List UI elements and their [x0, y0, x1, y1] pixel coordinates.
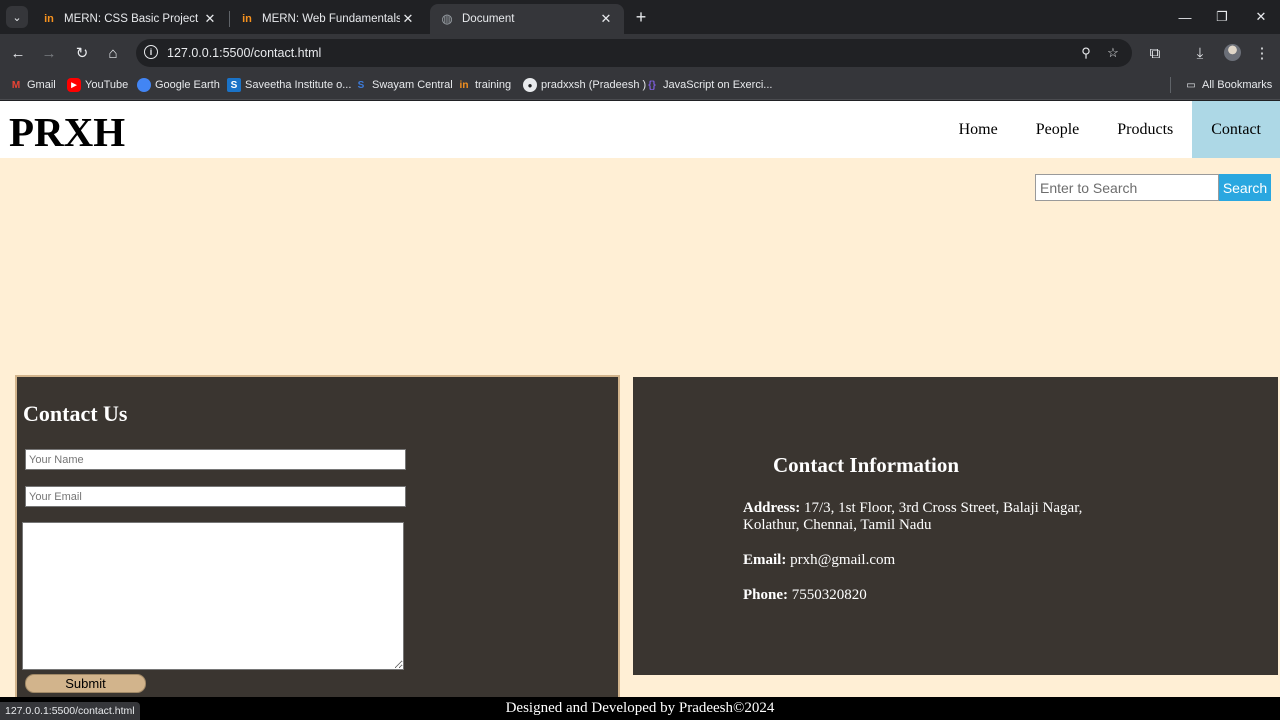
name-field[interactable]: [25, 449, 406, 470]
tab-favicon-in-icon: in: [44, 13, 54, 25]
bookmark-label: JavaScript on Exerci...: [663, 79, 773, 91]
download-icon[interactable]: ⤓: [1189, 42, 1211, 64]
bookmark-label: Saveetha Institute o...: [245, 79, 352, 91]
contact-form-panel: Contact Us Submit: [15, 375, 620, 705]
contact-info-panel: Contact Information Address: 17/3, 1st F…: [633, 377, 1278, 675]
tab-title: MERN: CSS Basic Project | SEC: [64, 13, 202, 25]
tab-web-fundamentals[interactable]: in MERN: Web Fundamentals and ✕: [230, 4, 426, 34]
browser-toolbar: ← → ↻ ⌂ i 127.0.0.1:5500/contact.html ⚲ …: [0, 34, 1280, 72]
zoom-icon[interactable]: ⚲: [1076, 43, 1096, 63]
email-field[interactable]: [25, 486, 406, 507]
site-logo[interactable]: PRXH: [9, 108, 125, 156]
status-bar-url: 127.0.0.1:5500/contact.html: [0, 702, 140, 720]
email-label: Email:: [743, 552, 787, 568]
message-textarea[interactable]: [22, 522, 404, 670]
close-tab-icon[interactable]: ✕: [598, 11, 614, 27]
all-bookmarks-label: All Bookmarks: [1202, 79, 1273, 91]
main-nav: Home People Products Contact: [940, 101, 1280, 158]
window-close-icon[interactable]: ✕: [1242, 0, 1280, 34]
bookmark-star-icon[interactable]: ☆: [1103, 43, 1123, 63]
all-bookmarks[interactable]: ▭ All Bookmarks: [1184, 78, 1272, 92]
reload-icon[interactable]: ↻: [71, 42, 93, 64]
restore-icon[interactable]: ❐: [1203, 0, 1241, 34]
saveetha-icon: S: [227, 78, 241, 92]
extensions-icon[interactable]: ⧉: [1144, 42, 1166, 64]
address-bar[interactable]: i 127.0.0.1:5500/contact.html ⚲ ☆: [136, 39, 1132, 67]
contact-form-title: Contact Us: [23, 401, 128, 426]
tab-css-basic-project[interactable]: in MERN: CSS Basic Project | SEC ✕: [32, 4, 228, 34]
tab-title: MERN: Web Fundamentals and: [262, 13, 400, 25]
phone-value: 7550320820: [791, 587, 867, 603]
tab-search-icon[interactable]: ⌄: [6, 6, 28, 28]
bookmark-gmail[interactable]: M Gmail: [9, 78, 56, 92]
menu-kebab-icon[interactable]: ⋮: [1251, 42, 1273, 64]
site-info-icon[interactable]: i: [144, 45, 158, 59]
bookmark-google-earth[interactable]: Google Earth: [137, 78, 220, 92]
address-line: Address: 17/3, 1st Floor, 3rd Cross Stre…: [743, 500, 1082, 534]
gmail-icon: M: [11, 79, 21, 91]
site-header: PRXH Home People Products Contact: [0, 101, 1280, 158]
tab-title: Document: [462, 13, 515, 25]
site-footer: Designed and Developed by Pradeesh©2024: [0, 697, 1280, 720]
search-bar: Search: [1035, 174, 1271, 201]
nav-home[interactable]: Home: [940, 101, 1017, 158]
youtube-icon: ▶: [67, 78, 81, 92]
exercism-icon: {}: [648, 79, 656, 91]
github-icon: ●: [523, 78, 537, 92]
new-tab-plus-icon[interactable]: +: [630, 6, 652, 28]
contact-info-title: Contact Information: [773, 453, 960, 477]
bookmarks-bar: M Gmail ▶ YouTube Google Earth S Saveeth…: [0, 72, 1280, 100]
folder-icon: ▭: [1186, 79, 1196, 91]
bookmark-swayam[interactable]: S Swayam Central: [354, 78, 453, 92]
search-input[interactable]: [1035, 174, 1219, 201]
address-value-line2: Kolathur, Chennai, Tamil Nadu: [743, 517, 932, 533]
close-tab-icon[interactable]: ✕: [400, 11, 416, 27]
bookmarks-divider: [1170, 77, 1171, 93]
bookmark-exercism[interactable]: {} JavaScript on Exerci...: [645, 78, 772, 92]
training-icon: in: [459, 79, 469, 91]
search-button[interactable]: Search: [1219, 174, 1271, 201]
browser-tab-bar: ⌄ in MERN: CSS Basic Project | SEC ✕ in …: [0, 0, 1280, 34]
tab-favicon-in-icon: in: [242, 13, 252, 25]
forward-arrow-icon[interactable]: →: [38, 42, 60, 64]
bookmark-label: Swayam Central: [372, 79, 453, 91]
nav-products[interactable]: Products: [1098, 101, 1192, 158]
bookmark-label: YouTube: [85, 79, 129, 91]
submit-button[interactable]: Submit: [25, 674, 146, 693]
bookmark-label: Google Earth: [155, 79, 220, 91]
back-arrow-icon[interactable]: ←: [7, 42, 29, 64]
bookmark-youtube[interactable]: ▶ YouTube: [67, 78, 128, 92]
profile-avatar[interactable]: [1224, 44, 1241, 61]
bookmark-training[interactable]: in training: [457, 78, 512, 92]
bookmark-label: Gmail: [27, 79, 56, 91]
address-url[interactable]: 127.0.0.1:5500/contact.html: [167, 46, 321, 60]
phone-label: Phone:: [743, 587, 788, 603]
google-earth-icon: [137, 78, 151, 92]
address-value-line1: 17/3, 1st Floor, 3rd Cross Street, Balaj…: [803, 500, 1083, 516]
close-tab-icon[interactable]: ✕: [202, 11, 218, 27]
email-value: prxh@gmail.com: [790, 552, 896, 568]
phone-line: Phone: 7550320820: [743, 587, 867, 604]
bookmark-label: pradxxsh (Pradeesh ): [541, 79, 647, 91]
tab-document[interactable]: ◍ Document ✕: [430, 4, 624, 34]
bookmark-github[interactable]: ● pradxxsh (Pradeesh ): [523, 78, 646, 92]
nav-people[interactable]: People: [1017, 101, 1099, 158]
minimize-icon[interactable]: —: [1166, 0, 1204, 34]
address-label: Address:: [743, 500, 801, 516]
page-viewport: PRXH Home People Products Contact Search…: [0, 101, 1280, 720]
bookmark-label: training: [475, 79, 512, 91]
email-line: Email: prxh@gmail.com: [743, 552, 895, 569]
globe-icon: ◍: [441, 11, 453, 26]
nav-contact[interactable]: Contact: [1192, 101, 1280, 158]
swayam-icon: S: [357, 79, 365, 91]
bookmark-saveetha[interactable]: S Saveetha Institute o...: [227, 78, 351, 92]
home-icon[interactable]: ⌂: [102, 42, 124, 64]
